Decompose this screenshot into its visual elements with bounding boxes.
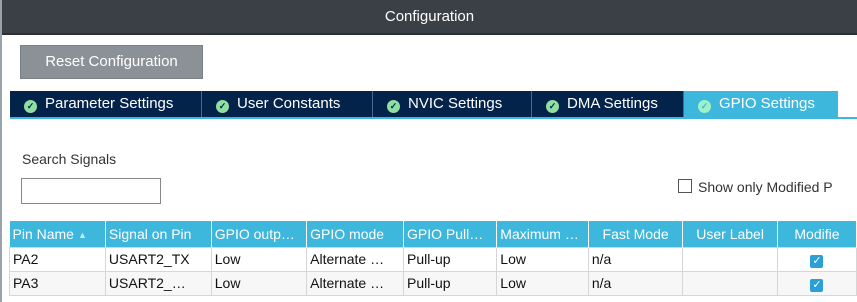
check-circle-icon: ✓ xyxy=(698,100,711,113)
cell-modified: ✓ xyxy=(776,246,857,272)
column-header-gpio-output[interactable]: GPIO outp… xyxy=(211,221,308,247)
check-circle-icon: ✓ xyxy=(216,100,229,113)
cell-user-label[interactable] xyxy=(682,270,778,296)
gpio-pin-table: Pin Name ▲ Signal on Pin GPIO outp… GPIO … xyxy=(9,221,857,296)
tab-parameter-settings[interactable]: ✓ Parameter Settings xyxy=(10,91,202,117)
cell-maximum: Low xyxy=(496,270,589,296)
tab-label: GPIO Settings xyxy=(719,95,815,112)
column-header-signal[interactable]: Signal on Pin xyxy=(105,221,212,247)
check-circle-icon: ✓ xyxy=(546,100,559,113)
tab-label: DMA Settings xyxy=(567,95,658,112)
search-signals-input[interactable] xyxy=(21,178,161,204)
search-signals-label: Search Signals xyxy=(22,151,117,167)
cell-fast-mode: n/a xyxy=(587,270,684,296)
checkbox-icon[interactable] xyxy=(678,179,692,193)
panel-title: Configuration xyxy=(2,0,857,35)
column-header-maximum[interactable]: Maximum … xyxy=(496,221,589,247)
cell-signal: USART2_… xyxy=(104,270,212,296)
settings-tab-bar: ✓ Parameter Settings ✓ User Constants ✓ NVI… xyxy=(10,91,857,119)
cell-gpio-pull: Pull-up xyxy=(403,246,498,272)
cell-maximum: Low xyxy=(496,246,589,272)
cell-pin-name: PA2 xyxy=(9,246,106,272)
column-header-gpio-mode[interactable]: GPIO mode xyxy=(306,221,405,247)
window-edge xyxy=(0,0,2,302)
column-header-user-label[interactable]: User Label xyxy=(682,221,778,247)
tab-user-constants[interactable]: ✓ User Constants xyxy=(202,91,373,117)
cell-gpio-mode: Alternate … xyxy=(306,246,405,272)
tab-gpio-settings[interactable]: ✓ GPIO Settings xyxy=(684,91,838,117)
tab-label: User Constants xyxy=(237,95,341,112)
cell-signal: USART2_TX xyxy=(104,246,212,272)
tab-label: NVIC Settings xyxy=(408,95,503,112)
cell-user-label[interactable] xyxy=(682,246,778,272)
column-header-pin-name[interactable]: Pin Name ▲ xyxy=(9,221,106,247)
table-row[interactable]: PA2 USART2_TX Low Alternate … Pull-up Lo… xyxy=(9,246,857,272)
reset-configuration-button[interactable]: Reset Configuration xyxy=(20,45,203,79)
column-header-fast-mode[interactable]: Fast Mode xyxy=(588,221,684,247)
show-modified-checkbox[interactable]: Show only Modified P xyxy=(678,179,833,195)
cell-gpio-output: Low xyxy=(210,270,308,296)
configuration-panel: Configuration Reset Configuration ✓ Param… xyxy=(0,0,857,302)
check-circle-icon: ✓ xyxy=(24,100,37,113)
cell-gpio-output: Low xyxy=(210,246,308,272)
tab-label: Parameter Settings xyxy=(45,95,174,112)
cell-modified: ✓ xyxy=(776,270,857,296)
column-header-gpio-pull[interactable]: GPIO Pull… xyxy=(403,221,498,247)
table-row[interactable]: PA3 USART2_… Low Alternate … Pull-up Low… xyxy=(9,270,857,296)
cell-pin-name: PA3 xyxy=(9,270,106,296)
checkbox-checked-icon[interactable]: ✓ xyxy=(810,278,824,292)
column-header-modified[interactable]: Modifie xyxy=(777,221,857,247)
show-modified-label: Show only Modified P xyxy=(698,179,833,195)
sort-icon[interactable]: ▲ xyxy=(78,230,87,240)
tab-dma-settings[interactable]: ✓ DMA Settings xyxy=(532,91,684,117)
table-header-row: Pin Name ▲ Signal on Pin GPIO outp… GPIO … xyxy=(9,221,857,247)
cell-gpio-mode: Alternate … xyxy=(306,270,405,296)
cell-gpio-pull: Pull-up xyxy=(403,270,498,296)
check-circle-icon: ✓ xyxy=(387,100,400,113)
checkbox-checked-icon[interactable]: ✓ xyxy=(810,254,824,268)
tab-nvic-settings[interactable]: ✓ NVIC Settings xyxy=(373,91,532,117)
cell-fast-mode: n/a xyxy=(587,246,684,272)
